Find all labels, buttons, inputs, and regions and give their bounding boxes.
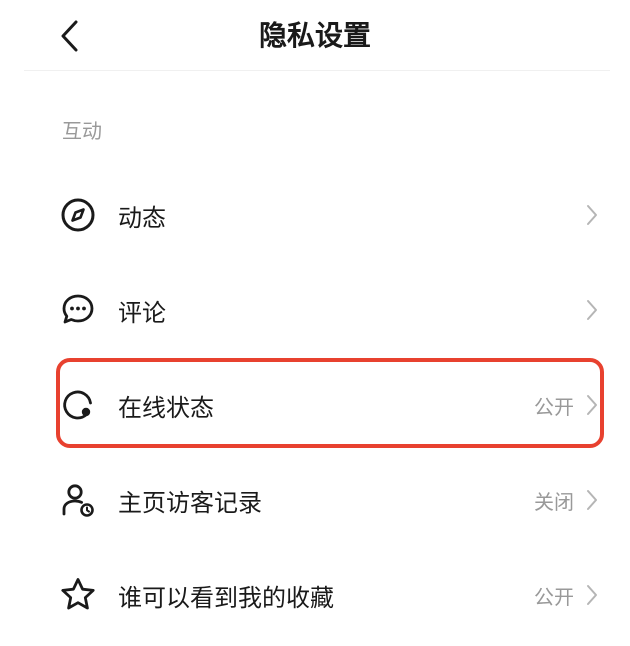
row-label: 评论 [118, 298, 166, 327]
chevron-right-icon [580, 393, 604, 417]
row-comments[interactable]: 评论 [48, 270, 614, 350]
row-value: 公开 [534, 584, 574, 609]
row-value: 公开 [534, 394, 574, 419]
row-moments[interactable]: 动态 [48, 175, 614, 255]
online-status-icon [58, 385, 98, 425]
top-bar: 隐私设置 [0, 0, 630, 70]
chevron-right-icon [580, 583, 604, 607]
visitor-icon [58, 480, 98, 520]
chevron-right-icon [580, 298, 604, 322]
row-favorites-visibility[interactable]: 谁可以看到我的收藏 公开 [48, 555, 614, 635]
row-label: 在线状态 [118, 393, 214, 422]
chevron-right-icon [580, 203, 604, 227]
page-title: 隐私设置 [258, 19, 371, 52]
chevron-right-icon [580, 488, 604, 512]
row-visitor-records[interactable]: 主页访客记录 关闭 [48, 460, 614, 540]
header-divider [24, 70, 610, 71]
section-title: 互动 [62, 119, 102, 143]
compass-icon [58, 195, 98, 235]
chat-bubble-icon [58, 290, 98, 330]
row-online-status[interactable]: 在线状态 公开 [48, 365, 614, 445]
row-label: 动态 [118, 203, 166, 232]
row-label: 谁可以看到我的收藏 [118, 583, 334, 612]
row-label: 主页访客记录 [118, 488, 262, 517]
row-value: 关闭 [534, 489, 574, 514]
star-icon [58, 575, 98, 615]
